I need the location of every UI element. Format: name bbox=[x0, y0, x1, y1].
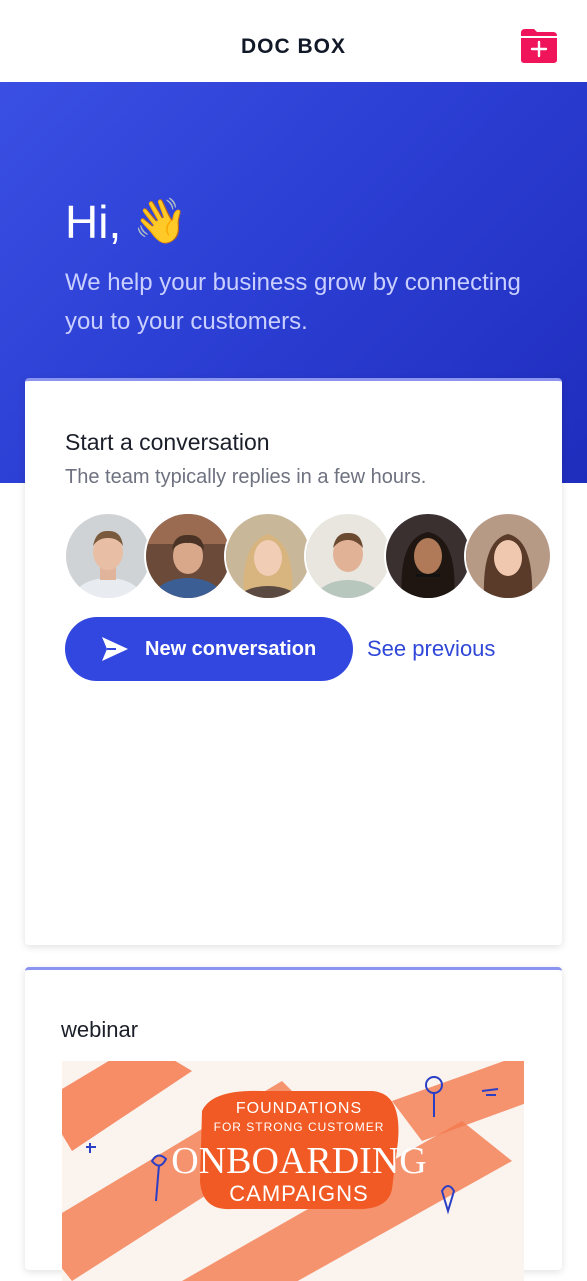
avatar bbox=[304, 512, 392, 600]
new-conversation-label: New conversation bbox=[145, 638, 317, 660]
top-bar: DOC BOX bbox=[0, 0, 587, 82]
new-conversation-button[interactable]: New conversation bbox=[65, 617, 353, 681]
avatar bbox=[64, 512, 152, 600]
webinar-card: webinar FOUNDATIONS FOR STRONG CUSTOMER … bbox=[25, 967, 562, 1281]
avatar bbox=[224, 512, 312, 600]
team-avatars bbox=[64, 512, 552, 600]
avatar bbox=[464, 512, 552, 600]
app-title: DOC BOX bbox=[240, 35, 346, 58]
see-previous-link[interactable]: See previous bbox=[367, 636, 495, 662]
hero-tagline: We help your business grow by connecting… bbox=[65, 269, 521, 335]
webinar-line-2: FOR STRONG CUSTOMER bbox=[214, 1120, 385, 1134]
send-icon bbox=[102, 637, 128, 661]
webinar-line-1: FOUNDATIONS bbox=[236, 1100, 362, 1117]
webinar-line-3: ONBOARDING bbox=[171, 1140, 426, 1182]
waving-hand-icon: 👋 bbox=[133, 197, 189, 246]
webinar-thumbnail[interactable]: FOUNDATIONS FOR STRONG CUSTOMER ONBOARDI… bbox=[62, 1061, 524, 1281]
conversation-subtitle: The team typically replies in a few hour… bbox=[65, 466, 427, 488]
conversation-card: Start a conversation The team typically … bbox=[25, 378, 562, 945]
folder-plus-icon[interactable] bbox=[519, 27, 559, 64]
avatar bbox=[144, 512, 232, 600]
webinar-line-4: CAMPAIGNS bbox=[229, 1181, 368, 1206]
greeting: Hi, 👋 bbox=[65, 195, 188, 249]
webinar-title: webinar bbox=[61, 1017, 139, 1042]
avatar bbox=[384, 512, 472, 600]
conversation-title: Start a conversation bbox=[65, 429, 270, 455]
greeting-text: Hi, bbox=[65, 196, 122, 248]
